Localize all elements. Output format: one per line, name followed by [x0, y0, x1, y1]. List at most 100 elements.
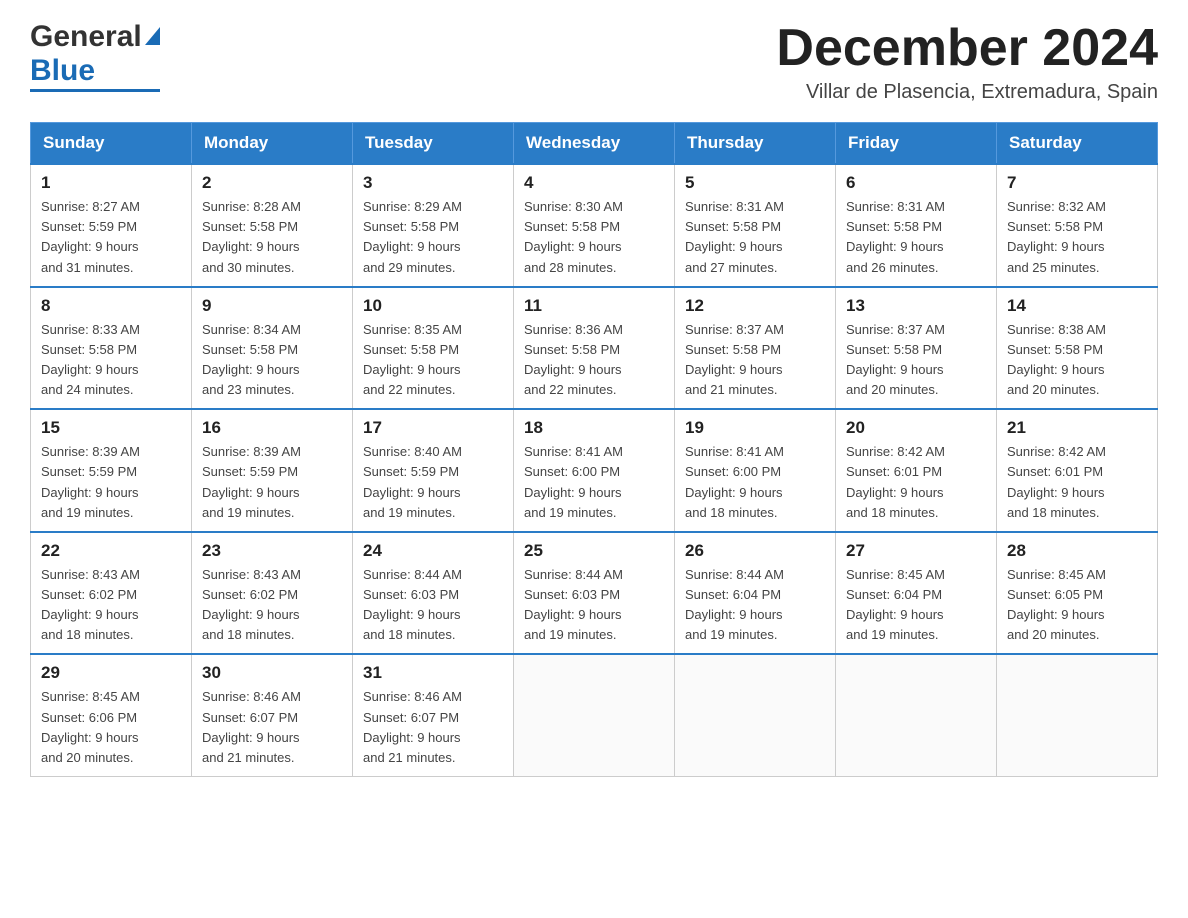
calendar-cell: 7Sunrise: 8:32 AMSunset: 5:58 PMDaylight… [997, 164, 1158, 287]
calendar-cell: 29 Sunrise: 8:45 AMSunset: 6:06 PMDayligh… [31, 654, 192, 776]
calendar-cell: 6 Sunrise: 8:31 AMSunset: 5:58 PMDaylight… [836, 164, 997, 287]
day-number: 2 [202, 173, 342, 193]
day-info: Sunrise: 8:46 AMSunset: 6:07 PMDaylight:… [202, 687, 342, 768]
day-info: Sunrise: 8:38 AMSunset: 5:58 PMDaylight:… [1007, 320, 1147, 401]
day-info: Sunrise: 8:46 AMSunset: 6:07 PMDaylight:… [363, 687, 503, 768]
day-info: Sunrise: 8:37 AMSunset: 5:58 PMDaylight:… [846, 320, 986, 401]
day-info: Sunrise: 8:39 AMSunset: 5:59 PMDaylight:… [41, 442, 181, 523]
calendar-cell: 10Sunrise: 8:35 AMSunset: 5:58 PMDayligh… [353, 287, 514, 410]
calendar-cell: 21 Sunrise: 8:42 AMSunset: 6:01 PMDayligh… [997, 409, 1158, 532]
title-area: December 2024 Villar de Plasencia, Extre… [776, 20, 1158, 104]
week-row-5: 29 Sunrise: 8:45 AMSunset: 6:06 PMDayligh… [31, 654, 1158, 776]
col-saturday: Saturday [997, 123, 1158, 165]
calendar-cell: 9Sunrise: 8:34 AMSunset: 5:58 PMDaylight… [192, 287, 353, 410]
week-row-2: 8 Sunrise: 8:33 AMSunset: 5:58 PMDaylight… [31, 287, 1158, 410]
calendar-cell: 24 Sunrise: 8:44 AMSunset: 6:03 PMDayligh… [353, 532, 514, 655]
day-info: Sunrise: 8:33 AMSunset: 5:58 PMDaylight:… [41, 320, 181, 401]
calendar-cell: 14 Sunrise: 8:38 AMSunset: 5:58 PMDayligh… [997, 287, 1158, 410]
day-number: 19 [685, 418, 825, 438]
day-number: 16 [202, 418, 342, 438]
calendar-header-row: Sunday Monday Tuesday Wednesday Thursday… [31, 123, 1158, 165]
calendar-cell: 20Sunrise: 8:42 AMSunset: 6:01 PMDayligh… [836, 409, 997, 532]
day-info: Sunrise: 8:28 AMSunset: 5:58 PMDaylight:… [202, 197, 342, 278]
day-number: 31 [363, 663, 503, 683]
day-info: Sunrise: 8:43 AMSunset: 6:02 PMDaylight:… [202, 565, 342, 646]
calendar-cell [675, 654, 836, 776]
day-info: Sunrise: 8:45 AMSunset: 6:06 PMDaylight:… [41, 687, 181, 768]
week-row-4: 22 Sunrise: 8:43 AMSunset: 6:02 PMDayligh… [31, 532, 1158, 655]
day-info: Sunrise: 8:43 AMSunset: 6:02 PMDaylight:… [41, 565, 181, 646]
day-number: 11 [524, 296, 664, 316]
calendar-cell: 19 Sunrise: 8:41 AMSunset: 6:00 PMDayligh… [675, 409, 836, 532]
calendar-cell: 30 Sunrise: 8:46 AMSunset: 6:07 PMDayligh… [192, 654, 353, 776]
week-row-1: 1Sunrise: 8:27 AMSunset: 5:59 PMDaylight… [31, 164, 1158, 287]
day-number: 1 [41, 173, 181, 193]
day-info: Sunrise: 8:45 AMSunset: 6:05 PMDaylight:… [1007, 565, 1147, 646]
day-number: 9 [202, 296, 342, 316]
day-number: 24 [363, 541, 503, 561]
day-number: 6 [846, 173, 986, 193]
day-info: Sunrise: 8:40 AMSunset: 5:59 PMDaylight:… [363, 442, 503, 523]
calendar-cell: 23 Sunrise: 8:43 AMSunset: 6:02 PMDayligh… [192, 532, 353, 655]
day-info: Sunrise: 8:44 AMSunset: 6:03 PMDaylight:… [524, 565, 664, 646]
day-number: 23 [202, 541, 342, 561]
day-number: 10 [363, 296, 503, 316]
day-info: Sunrise: 8:30 AMSunset: 5:58 PMDaylight:… [524, 197, 664, 278]
calendar-cell [997, 654, 1158, 776]
logo-general-text: General [30, 20, 142, 54]
day-info: Sunrise: 8:31 AMSunset: 5:58 PMDaylight:… [685, 197, 825, 278]
day-number: 27 [846, 541, 986, 561]
day-number: 21 [1007, 418, 1147, 438]
day-info: Sunrise: 8:41 AMSunset: 6:00 PMDaylight:… [524, 442, 664, 523]
week-row-3: 15Sunrise: 8:39 AMSunset: 5:59 PMDayligh… [31, 409, 1158, 532]
calendar-cell: 2 Sunrise: 8:28 AMSunset: 5:58 PMDaylight… [192, 164, 353, 287]
logo-blue-text: Blue [30, 54, 95, 88]
logo-underline [30, 89, 160, 92]
day-number: 5 [685, 173, 825, 193]
day-number: 12 [685, 296, 825, 316]
day-info: Sunrise: 8:45 AMSunset: 6:04 PMDaylight:… [846, 565, 986, 646]
day-number: 3 [363, 173, 503, 193]
day-info: Sunrise: 8:36 AMSunset: 5:58 PMDaylight:… [524, 320, 664, 401]
day-number: 13 [846, 296, 986, 316]
calendar-cell: 4 Sunrise: 8:30 AMSunset: 5:58 PMDaylight… [514, 164, 675, 287]
day-number: 22 [41, 541, 181, 561]
calendar-cell: 27 Sunrise: 8:45 AMSunset: 6:04 PMDayligh… [836, 532, 997, 655]
day-number: 29 [41, 663, 181, 683]
calendar-cell: 8 Sunrise: 8:33 AMSunset: 5:58 PMDaylight… [31, 287, 192, 410]
calendar-cell: 16 Sunrise: 8:39 AMSunset: 5:59 PMDayligh… [192, 409, 353, 532]
calendar-cell: 25Sunrise: 8:44 AMSunset: 6:03 PMDayligh… [514, 532, 675, 655]
calendar-cell: 1Sunrise: 8:27 AMSunset: 5:59 PMDaylight… [31, 164, 192, 287]
calendar-cell: 12Sunrise: 8:37 AMSunset: 5:58 PMDayligh… [675, 287, 836, 410]
location-subtitle: Villar de Plasencia, Extremadura, Spain [776, 81, 1158, 104]
logo: General Blue [30, 20, 160, 92]
day-number: 26 [685, 541, 825, 561]
day-number: 17 [363, 418, 503, 438]
day-number: 7 [1007, 173, 1147, 193]
day-info: Sunrise: 8:42 AMSunset: 6:01 PMDaylight:… [1007, 442, 1147, 523]
calendar-cell: 26Sunrise: 8:44 AMSunset: 6:04 PMDayligh… [675, 532, 836, 655]
day-number: 28 [1007, 541, 1147, 561]
month-title: December 2024 [776, 20, 1158, 77]
day-info: Sunrise: 8:42 AMSunset: 6:01 PMDaylight:… [846, 442, 986, 523]
day-number: 30 [202, 663, 342, 683]
calendar-cell: 15Sunrise: 8:39 AMSunset: 5:59 PMDayligh… [31, 409, 192, 532]
col-sunday: Sunday [31, 123, 192, 165]
col-tuesday: Tuesday [353, 123, 514, 165]
calendar-cell: 17 Sunrise: 8:40 AMSunset: 5:59 PMDayligh… [353, 409, 514, 532]
logo-triangle-icon [145, 27, 160, 45]
calendar-cell [514, 654, 675, 776]
calendar-cell: 11 Sunrise: 8:36 AMSunset: 5:58 PMDayligh… [514, 287, 675, 410]
day-number: 8 [41, 296, 181, 316]
day-number: 14 [1007, 296, 1147, 316]
day-info: Sunrise: 8:39 AMSunset: 5:59 PMDaylight:… [202, 442, 342, 523]
day-info: Sunrise: 8:31 AMSunset: 5:58 PMDaylight:… [846, 197, 986, 278]
col-thursday: Thursday [675, 123, 836, 165]
day-info: Sunrise: 8:41 AMSunset: 6:00 PMDaylight:… [685, 442, 825, 523]
calendar-cell: 13 Sunrise: 8:37 AMSunset: 5:58 PMDayligh… [836, 287, 997, 410]
day-info: Sunrise: 8:29 AMSunset: 5:58 PMDaylight:… [363, 197, 503, 278]
day-number: 4 [524, 173, 664, 193]
calendar-cell: 28 Sunrise: 8:45 AMSunset: 6:05 PMDayligh… [997, 532, 1158, 655]
day-info: Sunrise: 8:44 AMSunset: 6:03 PMDaylight:… [363, 565, 503, 646]
page-header: General Blue December 2024 Villar de Pla… [30, 20, 1158, 104]
